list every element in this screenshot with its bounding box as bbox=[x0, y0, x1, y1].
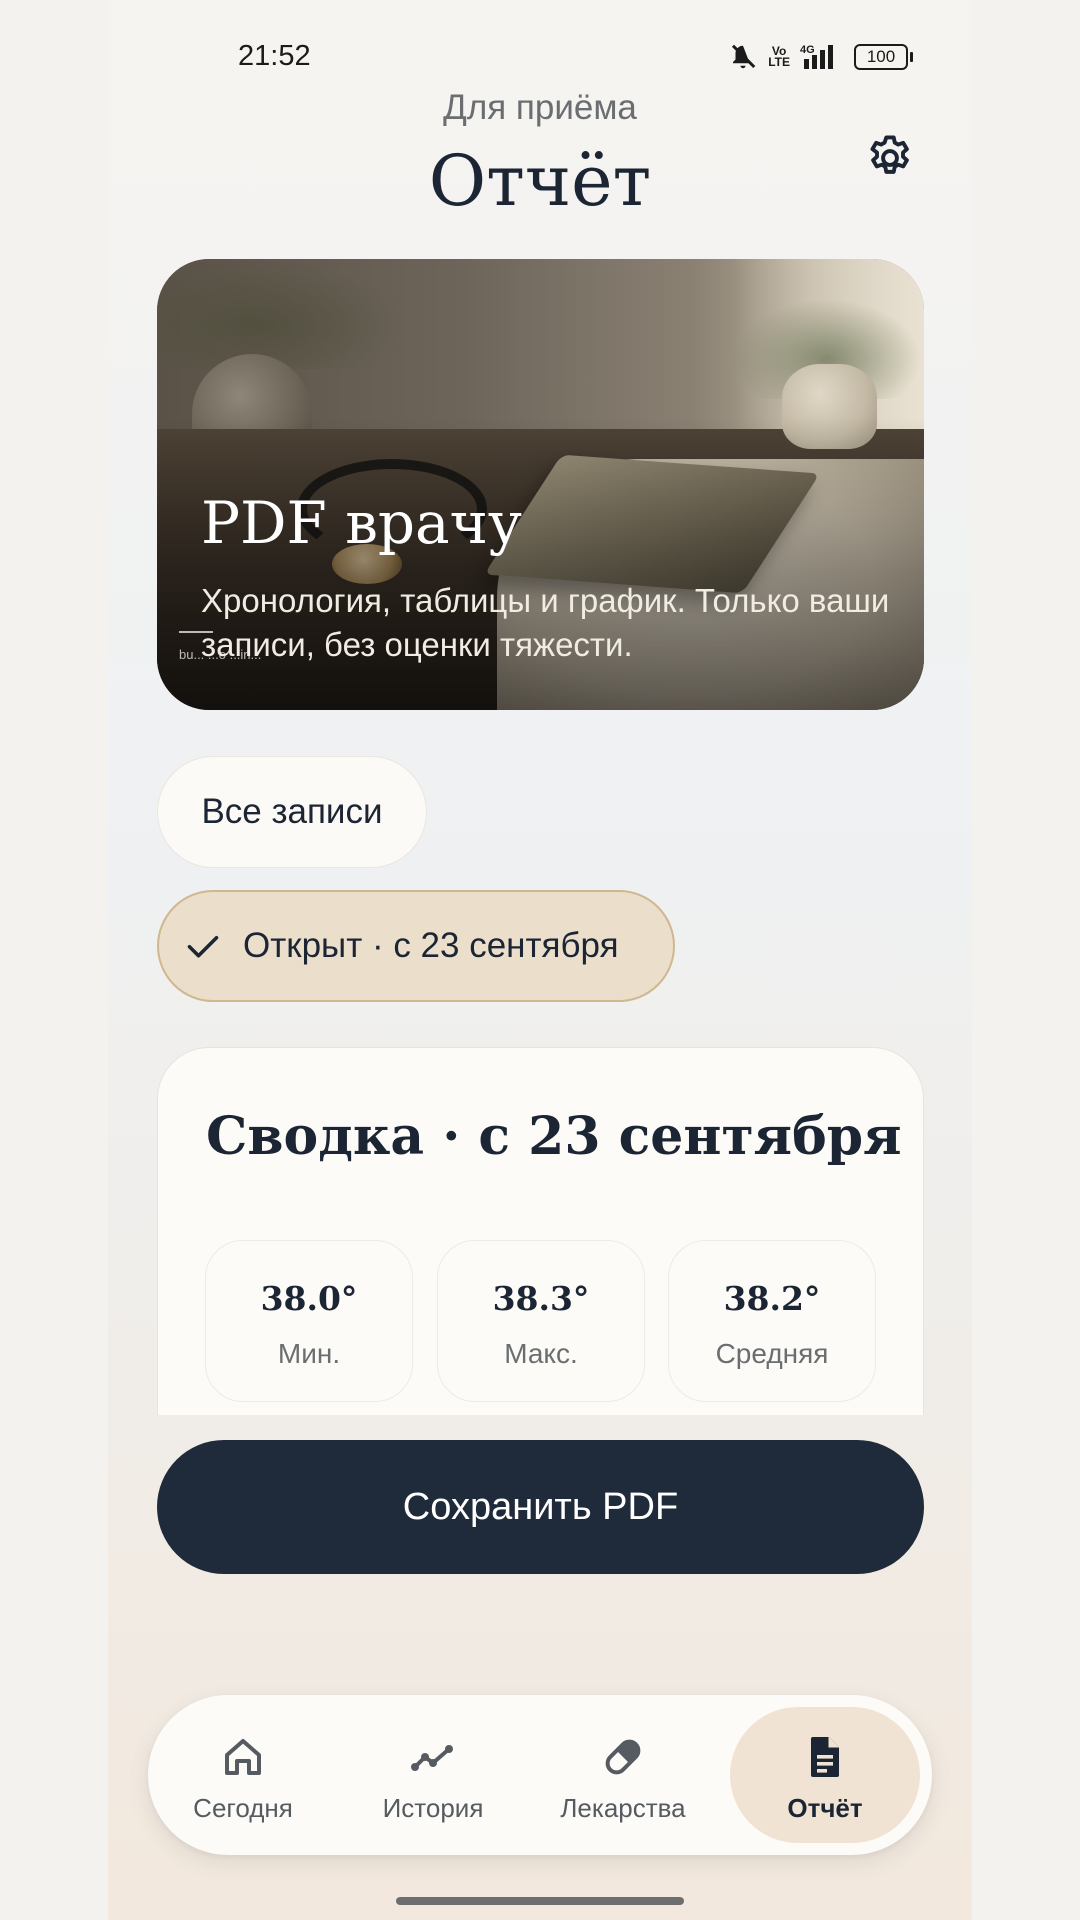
status-time: 21:52 bbox=[238, 40, 311, 72]
summary-card: Сводка · с 23 сентября 38.0° Мин. 38.3° … bbox=[157, 1047, 924, 1415]
home-indicator[interactable] bbox=[396, 1897, 684, 1905]
filter-chip-all[interactable]: Все записи bbox=[157, 756, 427, 868]
nav-item-label: Лекарства bbox=[560, 1793, 686, 1823]
save-pdf-button[interactable]: Сохранить PDF bbox=[157, 1440, 924, 1574]
volte-icon: Vo LTE bbox=[768, 44, 790, 69]
battery-icon: 100 bbox=[854, 44, 913, 70]
nav-item-label: История bbox=[382, 1793, 484, 1823]
stat-min: 38.0° Мин. bbox=[205, 1240, 413, 1402]
hero-card: PDF врачу bu... ...o ...in... Хронология… bbox=[157, 259, 924, 710]
bottom-nav: Сегодня История Лекарства Отчёт bbox=[148, 1695, 932, 1855]
stat-label: Средняя bbox=[715, 1338, 829, 1369]
page-title: Отчёт bbox=[428, 140, 652, 222]
nav-item-medications[interactable]: Лекарства bbox=[528, 1695, 718, 1855]
nav-item-label: Отчёт bbox=[787, 1793, 863, 1823]
nav-item-report[interactable]: Отчёт bbox=[730, 1695, 920, 1855]
summary-title: Сводка · с 23 сентября bbox=[206, 1106, 902, 1167]
trend-icon bbox=[411, 1745, 453, 1771]
nav-item-history[interactable]: История bbox=[338, 1695, 528, 1855]
network-label: 4G bbox=[800, 44, 815, 56]
filter-chip-selected[interactable]: Открыт · с 23 сентября bbox=[157, 890, 675, 1002]
hero-description: Хронология, таблицы и график. Только ваш… bbox=[201, 582, 890, 663]
nav-item-label: Сегодня bbox=[193, 1793, 293, 1823]
stat-max: 38.3° Макс. bbox=[437, 1240, 645, 1402]
stat-value: 38.2° bbox=[723, 1279, 821, 1318]
document-icon bbox=[811, 1737, 839, 1777]
nav-item-today[interactable]: Сегодня bbox=[148, 1695, 338, 1855]
pill-icon bbox=[605, 1739, 641, 1775]
stat-average: 38.2° Средняя bbox=[668, 1240, 876, 1402]
bell-off-icon bbox=[732, 44, 756, 69]
stat-label: Мин. bbox=[277, 1338, 341, 1369]
gear-icon[interactable] bbox=[864, 132, 916, 184]
signal-icon: 4G bbox=[800, 44, 833, 69]
status-bar: 21:52 Vo LTE 4G 100 bbox=[0, 0, 1080, 90]
filter-chip-selected-label: Открыт · с 23 сентября bbox=[243, 926, 619, 965]
home-icon bbox=[225, 1739, 261, 1775]
check-icon bbox=[187, 935, 219, 958]
stat-value: 38.3° bbox=[492, 1279, 590, 1318]
page-subtitle: Для приёма bbox=[443, 88, 637, 127]
stat-value: 38.0° bbox=[260, 1279, 358, 1318]
hero-title: PDF врачу bbox=[201, 489, 523, 557]
status-icons: Vo LTE 4G 100 bbox=[728, 42, 913, 72]
stat-label: Макс. bbox=[504, 1338, 578, 1369]
